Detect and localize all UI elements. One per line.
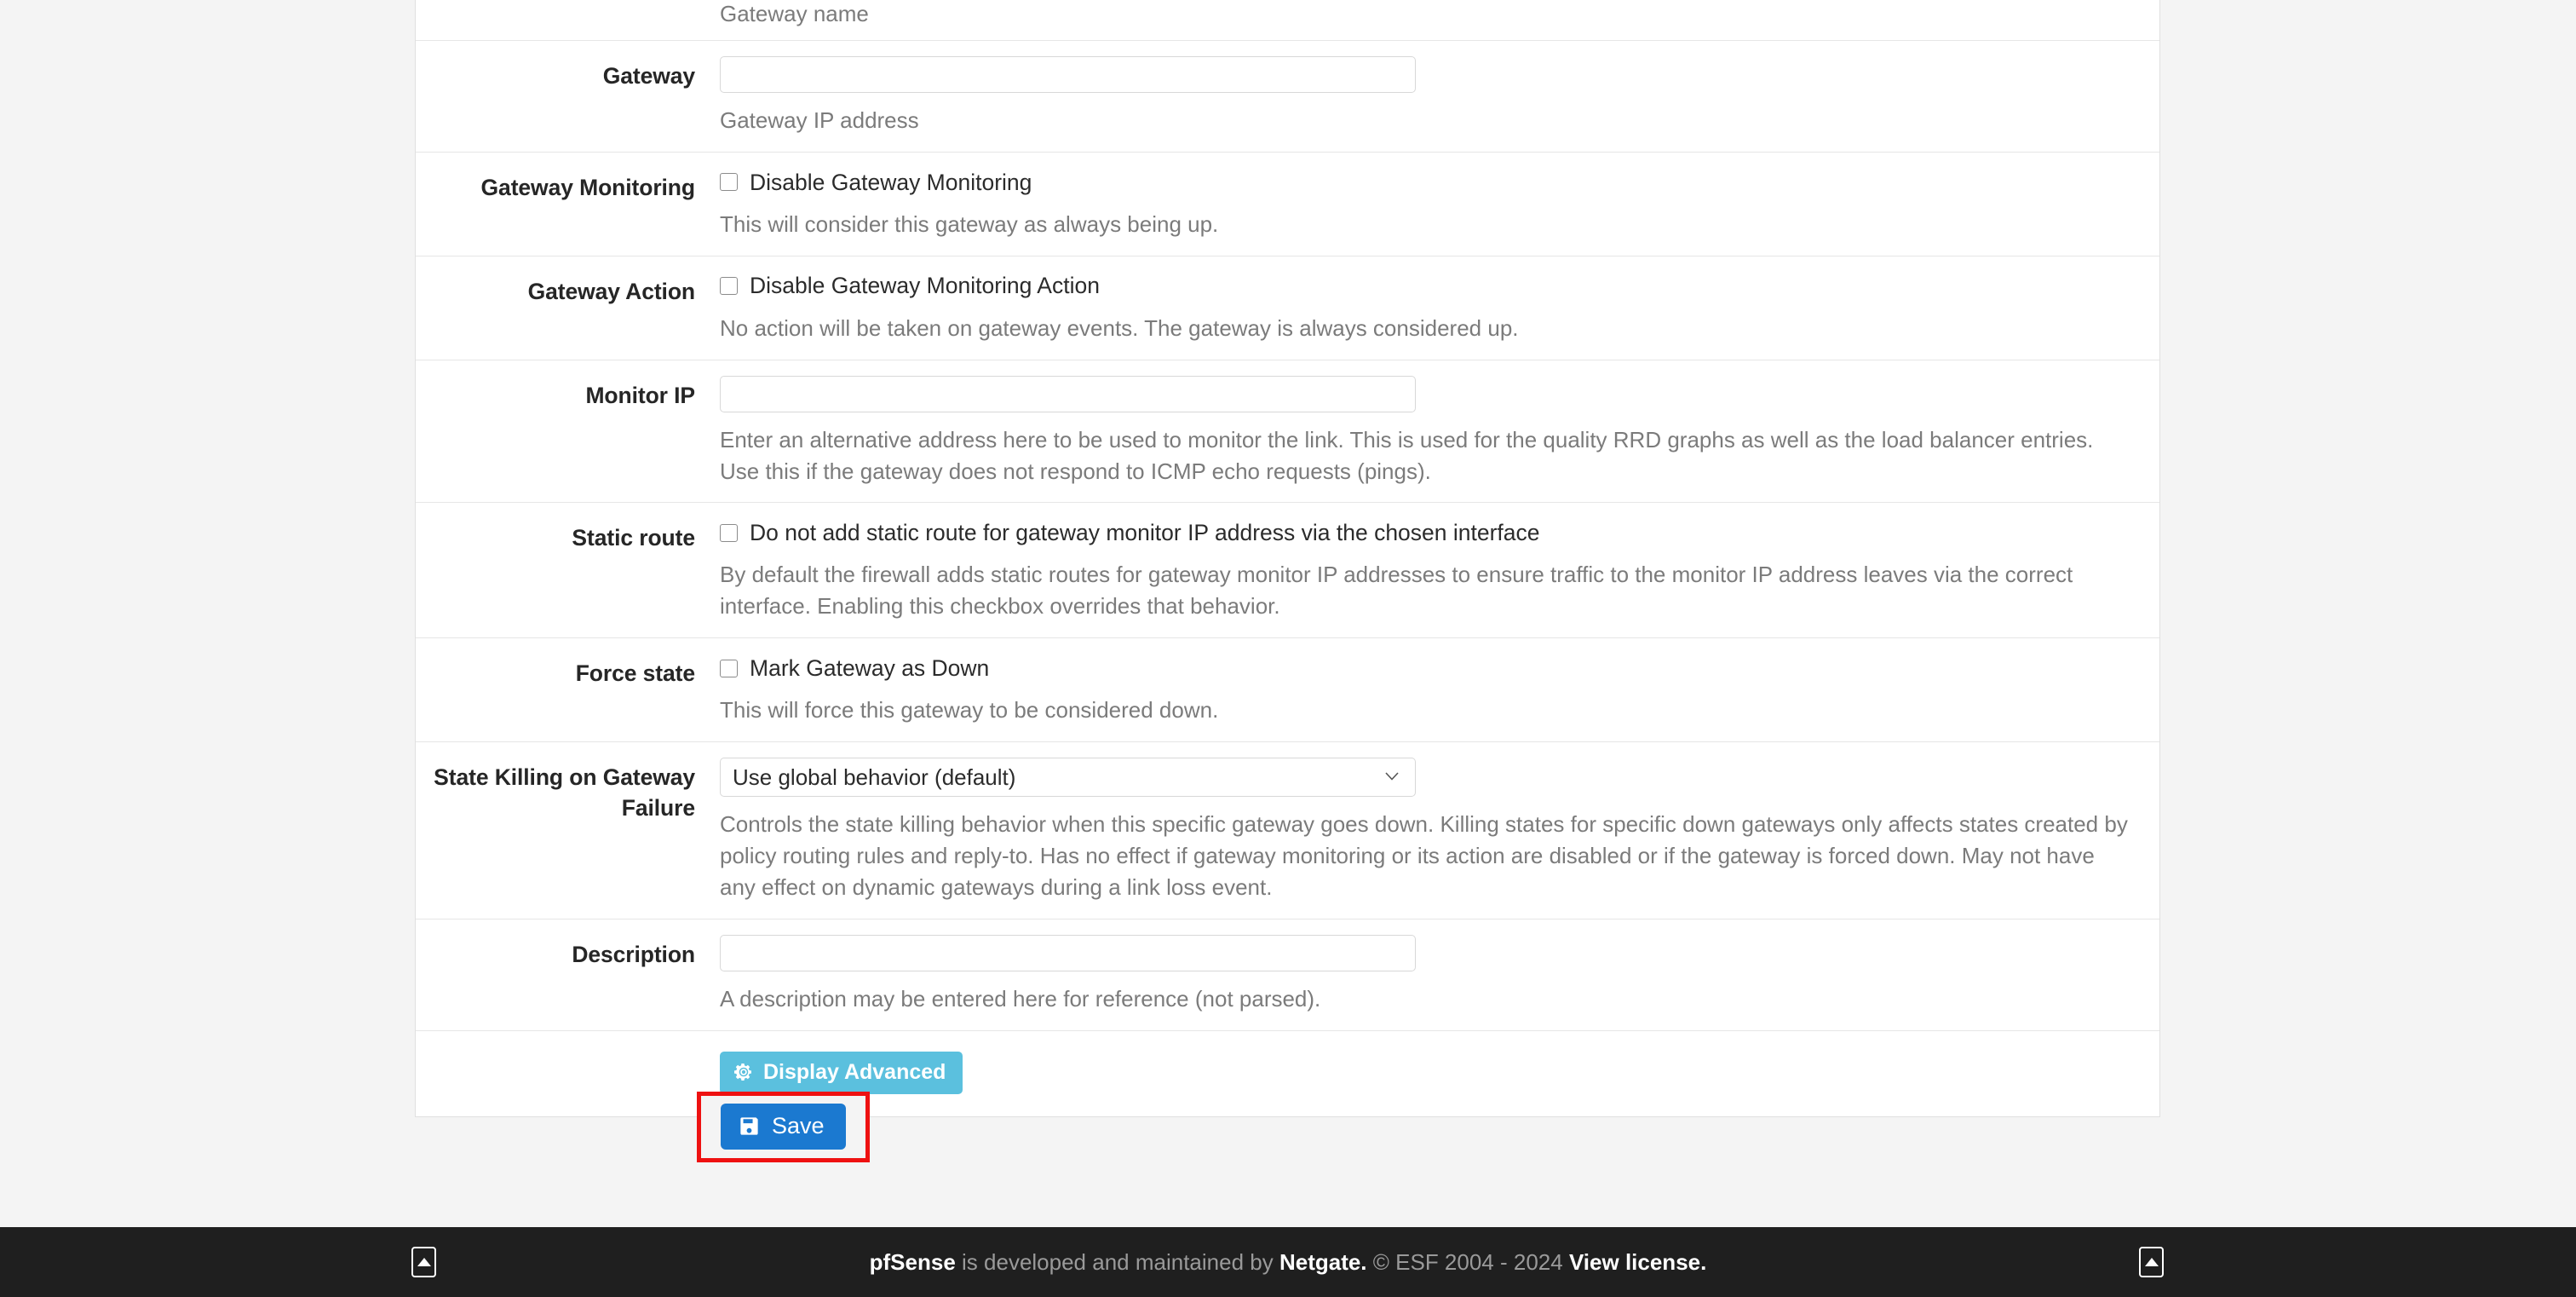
footer-copyright: © ESF 2004 - 2024 <box>1366 1248 1569 1275</box>
form-row-gateway-action: Gateway Action Disable Gateway Monitorin… <box>416 257 2159 360</box>
description-input[interactable] <box>720 934 1416 971</box>
monitor-ip-input[interactable] <box>720 375 1416 412</box>
form-row-gateway-monitoring: Gateway Monitoring Disable Gateway Monit… <box>416 153 2159 257</box>
form-control-state-killing: Use global behavior (default) Controls t… <box>720 742 2159 919</box>
form-label-monitor-ip: Monitor IP <box>585 382 695 408</box>
form-control-description: A description may be entered here for re… <box>720 919 2159 1030</box>
form-label-display-advanced <box>416 1031 720 1052</box>
disable-gateway-monitoring-checkbox-row[interactable]: Disable Gateway Monitoring <box>720 168 2134 197</box>
display-advanced-button[interactable]: Display Advanced <box>720 1051 963 1094</box>
form-label-static-route: Static route <box>572 525 695 551</box>
form-row-display-advanced: Display Advanced <box>416 1031 2159 1116</box>
disable-gateway-monitoring-action-checkbox[interactable] <box>720 277 738 296</box>
save-button-highlight: Save <box>697 1092 870 1162</box>
form-help-gateway-monitoring: This will consider this gateway as alway… <box>720 210 1219 237</box>
form-label-gateway-monitoring: Gateway Monitoring <box>480 174 696 200</box>
form-help-gateway-action: No action will be taken on gateway event… <box>720 314 1519 341</box>
page-root: Gateway name Gateway Gateway IP address … <box>0 0 2576 1297</box>
form-row-description: Description A description may be entered… <box>416 919 2159 1031</box>
triangle-up-icon <box>417 1258 431 1266</box>
disable-gateway-monitoring-checkbox[interactable] <box>720 173 738 192</box>
mark-gateway-down-label: Mark Gateway as Down <box>750 655 990 681</box>
form-label-state-killing: State Killing on Gateway Failure <box>434 764 695 821</box>
static-route-checkbox[interactable] <box>720 523 738 542</box>
gateway-input[interactable] <box>720 55 1416 93</box>
view-license-link[interactable]: View license. <box>1569 1249 1706 1275</box>
gear-icon <box>733 1062 754 1082</box>
footer-product: pfSense <box>869 1248 956 1275</box>
form-row-state-killing: State Killing on Gateway Failure Use glo… <box>416 742 2159 919</box>
form-row-monitor-ip: Monitor IP Enter an alternative address … <box>416 360 2159 504</box>
form-row-name: Gateway name <box>416 0 2159 41</box>
static-route-checkbox-row[interactable]: Do not add static route for gateway moni… <box>720 518 2134 547</box>
scroll-to-top-icon-right[interactable] <box>2139 1247 2164 1277</box>
mark-gateway-down-checkbox-row[interactable]: Mark Gateway as Down <box>720 654 2134 683</box>
triangle-up-icon <box>2144 1258 2159 1266</box>
disable-gateway-monitoring-label: Disable Gateway Monitoring <box>750 169 1032 195</box>
state-killing-select[interactable]: Use global behavior (default) <box>720 758 1416 798</box>
scroll-to-top-icon-left[interactable] <box>411 1247 436 1277</box>
form-help-monitor-ip: Enter an alternative address here to be … <box>720 426 2094 484</box>
form-label-description: Description <box>572 941 695 967</box>
gateway-edit-form-panel: Gateway name Gateway Gateway IP address … <box>415 0 2160 1117</box>
form-row-force-state: Force state Mark Gateway as Down This wi… <box>416 638 2159 743</box>
form-control-monitor-ip: Enter an alternative address here to be … <box>720 360 2159 503</box>
disable-gateway-monitoring-action-checkbox-row[interactable]: Disable Gateway Monitoring Action <box>720 272 2134 301</box>
form-help-description: A description may be entered here for re… <box>720 985 1321 1012</box>
form-control-display-advanced: Display Advanced <box>720 1031 2159 1116</box>
footer-vendor: Netgate. <box>1279 1248 1367 1275</box>
form-control-name: Gateway name <box>720 0 2159 40</box>
static-route-checkbox-label: Do not add static route for gateway moni… <box>750 520 1540 546</box>
disable-gateway-monitoring-action-label: Disable Gateway Monitoring Action <box>750 273 1100 299</box>
form-label-gateway-action: Gateway Action <box>527 278 696 304</box>
form-control-force-state: Mark Gateway as Down This will force thi… <box>720 638 2159 741</box>
form-help-force-state: This will force this gateway to be consi… <box>720 697 1219 723</box>
save-button[interactable]: Save <box>721 1104 846 1150</box>
footer-credits: pfSense is developed and maintained by N… <box>870 1249 1707 1276</box>
form-help-static-route: By default the firewall adds static rout… <box>720 562 2073 620</box>
form-control-gateway-monitoring: Disable Gateway Monitoring This will con… <box>720 153 2159 256</box>
footer-middle: is developed and maintained by <box>955 1248 1279 1275</box>
form-row-static-route: Static route Do not add static route for… <box>416 503 2159 639</box>
form-label-force-state: Force state <box>575 660 695 687</box>
save-label: Save <box>772 1113 825 1138</box>
form-control-gateway-action: Disable Gateway Monitoring Action No act… <box>720 257 2159 360</box>
mark-gateway-down-checkbox[interactable] <box>720 659 738 677</box>
form-help-gateway: Gateway IP address <box>720 107 919 133</box>
form-row-gateway: Gateway Gateway IP address <box>416 41 2159 153</box>
display-advanced-label: Display Advanced <box>763 1059 946 1084</box>
form-help-name: Gateway name <box>720 1 869 26</box>
form-control-gateway: Gateway IP address <box>720 41 2159 152</box>
form-help-state-killing: Controls the state killing behavior when… <box>720 811 2128 900</box>
state-killing-select-wrapper[interactable]: Use global behavior (default) <box>720 758 1416 798</box>
floppy-disk-save-icon <box>738 1115 761 1138</box>
page-footer: pfSense is developed and maintained by N… <box>0 1227 2576 1297</box>
form-label-gateway: Gateway <box>602 62 695 89</box>
form-control-static-route: Do not add static route for gateway moni… <box>720 503 2159 637</box>
